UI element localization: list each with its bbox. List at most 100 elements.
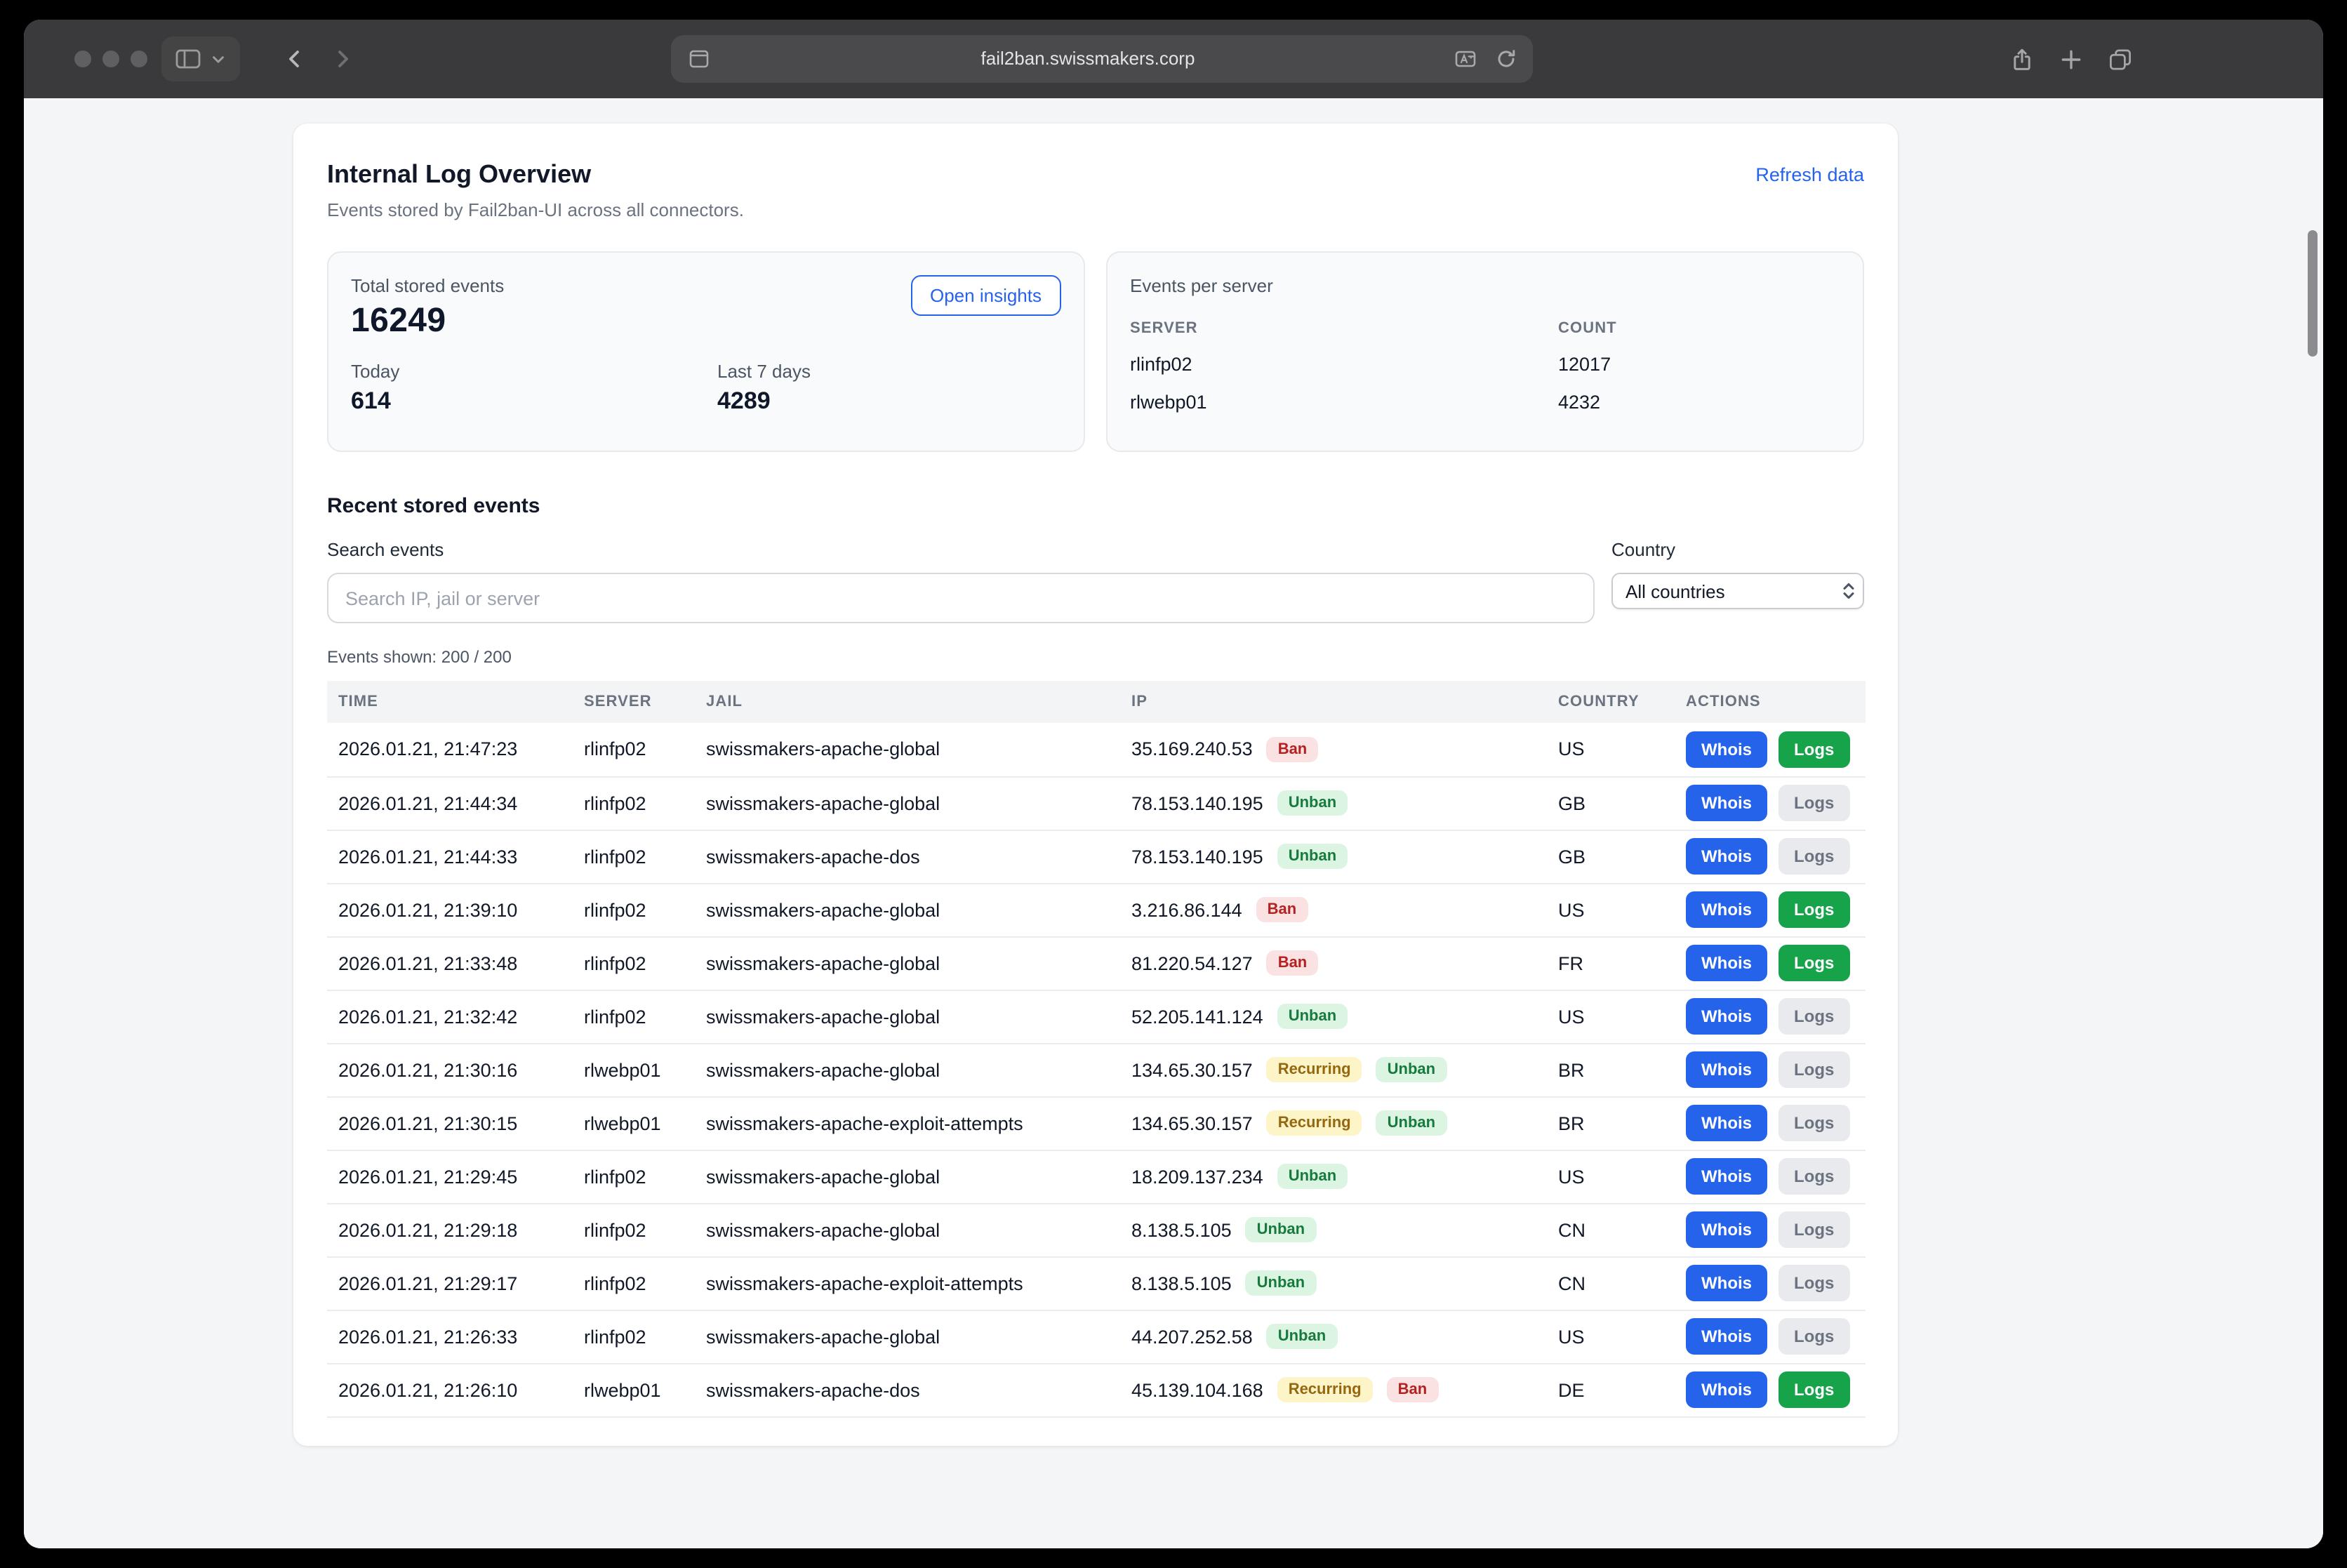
col-ip: IP: [1120, 681, 1547, 723]
per-server-row: rlwebp014232: [1130, 383, 1840, 421]
event-actions: Whois Logs: [1675, 1096, 1866, 1150]
per-server-count: 12017: [1558, 345, 1840, 383]
event-row: 2026.01.21, 21:44:33 rlinfp02 swissmaker…: [327, 830, 1866, 883]
event-jail: swissmakers-apache-exploit-attempts: [695, 1256, 1120, 1310]
event-time: 2026.01.21, 21:29:18: [327, 1203, 573, 1256]
translate-icon[interactable]: [1454, 48, 1477, 70]
logs-button[interactable]: Logs: [1778, 1105, 1849, 1141]
badge-unban: Unban: [1277, 844, 1348, 869]
badges: Ban: [1267, 950, 1319, 976]
event-country: CN: [1547, 1203, 1675, 1256]
event-actions: Whois Logs: [1675, 1363, 1866, 1416]
col-server: SERVER: [573, 681, 695, 723]
logs-button[interactable]: Logs: [1778, 1051, 1849, 1088]
event-ip: 134.65.30.157: [1131, 1112, 1253, 1134]
whois-button[interactable]: Whois: [1686, 1051, 1767, 1088]
logs-button[interactable]: Logs: [1778, 1371, 1849, 1408]
whois-button[interactable]: Whois: [1686, 1371, 1767, 1408]
badge-ban: Ban: [1267, 950, 1319, 976]
whois-button[interactable]: Whois: [1686, 1158, 1767, 1195]
screen: fail2ban.swissmakers.corp: [0, 0, 2347, 1568]
last7-value: 4289: [717, 387, 1061, 416]
event-row: 2026.01.21, 21:26:10 rlwebp01 swissmaker…: [327, 1363, 1866, 1416]
open-insights-button[interactable]: Open insights: [910, 275, 1061, 316]
event-actions: Whois Logs: [1675, 883, 1866, 936]
event-row: 2026.01.21, 21:30:16 rlwebp01 swissmaker…: [327, 1043, 1866, 1096]
total-events-value: 16249: [351, 302, 504, 341]
whois-button[interactable]: Whois: [1686, 785, 1767, 821]
event-time: 2026.01.21, 21:39:10: [327, 883, 573, 936]
events-per-server-title: Events per server: [1130, 275, 1840, 296]
badges: Unban: [1267, 1324, 1337, 1349]
logs-button[interactable]: Logs: [1778, 891, 1849, 928]
logs-button[interactable]: Logs: [1778, 1318, 1849, 1355]
event-jail: swissmakers-apache-exploit-attempts: [695, 1096, 1120, 1150]
back-button[interactable]: [274, 36, 316, 81]
share-icon[interactable]: [2010, 47, 2034, 71]
per-server-rows: rlinfp0212017rlwebp014232: [1130, 345, 1840, 421]
logs-button[interactable]: Logs: [1778, 785, 1849, 821]
whois-button[interactable]: Whois: [1686, 1318, 1767, 1355]
whois-button[interactable]: Whois: [1686, 1265, 1767, 1301]
sidebar-toggle-group[interactable]: [161, 36, 240, 81]
whois-button[interactable]: Whois: [1686, 731, 1767, 768]
badge-unban: Unban: [1246, 1270, 1316, 1296]
whois-button[interactable]: Whois: [1686, 1105, 1767, 1141]
event-ip-cell: 8.138.5.105 Unban: [1120, 1203, 1547, 1256]
whois-button[interactable]: Whois: [1686, 945, 1767, 981]
event-ip-cell: 134.65.30.157 RecurringUnban: [1120, 1096, 1547, 1150]
logs-button[interactable]: Logs: [1778, 1211, 1849, 1248]
search-input[interactable]: [327, 573, 1595, 623]
logs-button[interactable]: Logs: [1778, 945, 1849, 981]
event-ip-cell: 18.209.137.234 Unban: [1120, 1150, 1547, 1203]
new-tab-icon[interactable]: [2059, 47, 2083, 71]
page-settings-icon[interactable]: [688, 48, 710, 70]
event-server: rlinfp02: [573, 723, 695, 776]
event-ip-cell: 44.207.252.58 Unban: [1120, 1310, 1547, 1363]
event-country: DE: [1547, 1363, 1675, 1416]
badges: Unban: [1277, 790, 1348, 816]
event-server: rlinfp02: [573, 1150, 695, 1203]
badge-ban: Ban: [1387, 1377, 1439, 1402]
event-country: US: [1547, 883, 1675, 936]
event-ip-cell: 8.138.5.105 Unban: [1120, 1256, 1547, 1310]
whois-button[interactable]: Whois: [1686, 1211, 1767, 1248]
page-subtitle: Events stored by Fail2ban-UI across all …: [327, 199, 744, 220]
zoom-window-button[interactable]: [131, 51, 147, 67]
badge-unban: Unban: [1376, 1110, 1447, 1136]
logs-button[interactable]: Logs: [1778, 1158, 1849, 1195]
event-time: 2026.01.21, 21:30:16: [327, 1043, 573, 1096]
scrollbar-thumb[interactable]: [2308, 230, 2318, 357]
event-country: BR: [1547, 1096, 1675, 1150]
logs-button[interactable]: Logs: [1778, 731, 1849, 768]
minimize-window-button[interactable]: [102, 51, 119, 67]
tab-overview-icon[interactable]: [2108, 47, 2132, 71]
event-country: BR: [1547, 1043, 1675, 1096]
logs-button[interactable]: Logs: [1778, 998, 1849, 1035]
event-jail: swissmakers-apache-global: [695, 1043, 1120, 1096]
whois-button[interactable]: Whois: [1686, 998, 1767, 1035]
col-country: COUNTRY: [1547, 681, 1675, 723]
event-actions: Whois Logs: [1675, 1203, 1866, 1256]
event-jail: swissmakers-apache-global: [695, 883, 1120, 936]
event-jail: swissmakers-apache-dos: [695, 1363, 1120, 1416]
traffic-lights: [74, 20, 147, 98]
country-select[interactable]: All countries: [1611, 573, 1864, 609]
forward-button[interactable]: [321, 36, 364, 81]
logs-button[interactable]: Logs: [1778, 838, 1849, 875]
event-actions: Whois Logs: [1675, 830, 1866, 883]
address-bar[interactable]: fail2ban.swissmakers.corp: [671, 35, 1533, 83]
logs-button[interactable]: Logs: [1778, 1265, 1849, 1301]
badges: RecurringUnban: [1267, 1110, 1447, 1136]
event-country: CN: [1547, 1256, 1675, 1310]
badge-ban: Ban: [1256, 897, 1308, 922]
whois-button[interactable]: Whois: [1686, 891, 1767, 928]
event-ip: 8.138.5.105: [1131, 1273, 1232, 1294]
event-ip: 18.209.137.234: [1131, 1166, 1263, 1187]
badge-unban: Unban: [1277, 1164, 1348, 1189]
refresh-data-link[interactable]: Refresh data: [1755, 164, 1864, 185]
event-server: rlwebp01: [573, 1043, 695, 1096]
close-window-button[interactable]: [74, 51, 91, 67]
whois-button[interactable]: Whois: [1686, 838, 1767, 875]
reload-icon[interactable]: [1495, 48, 1517, 70]
